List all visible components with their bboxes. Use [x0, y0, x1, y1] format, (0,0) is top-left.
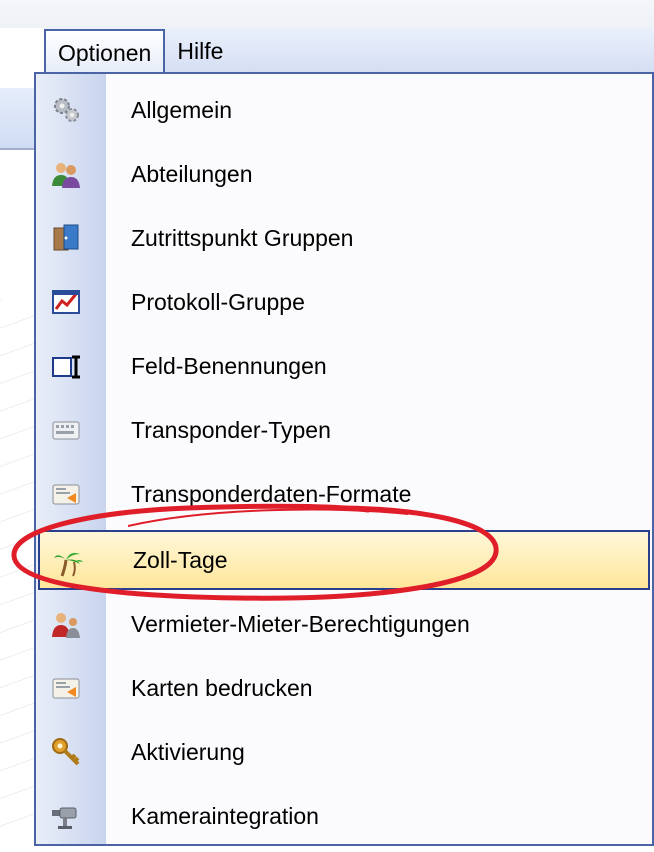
menu-optionen-label: Optionen [58, 39, 152, 66]
menu-item-allgemein[interactable]: Allgemein [36, 80, 652, 140]
menu-item-karten-bedrucken[interactable]: Karten bedrucken [36, 658, 652, 718]
menu-item-protokoll-gruppe[interactable]: Protokoll-Gruppe [36, 272, 652, 332]
menu-item-feld-benennungen[interactable]: Feld-Benennungen [36, 336, 652, 396]
optionen-dropdown-menu: Allgemein Abteilungen Zutrittspunkt Grup… [34, 72, 654, 846]
menu-item-transponderdaten-formate[interactable]: Transponderdaten-Formate [36, 464, 652, 524]
key-icon [50, 736, 82, 768]
report-chart-icon [50, 286, 82, 318]
menu-item-zutrittspunkt-gruppen[interactable]: Zutrittspunkt Gruppen [36, 208, 652, 268]
landlord-tenant-icon [50, 608, 82, 640]
menu-item-label: Karten bedrucken [131, 674, 313, 701]
menu-item-label: Allgemein [131, 96, 232, 123]
menu-item-label: Zutrittspunkt Gruppen [131, 224, 354, 251]
menu-item-kameraintegration[interactable]: Kameraintegration [36, 786, 652, 846]
camera-icon [50, 800, 82, 832]
card-format-icon [50, 478, 82, 510]
menu-item-label: Transponder-Typen [131, 416, 331, 443]
doors-icon [50, 222, 82, 254]
menu-item-transponder-typen[interactable]: Transponder-Typen [36, 400, 652, 460]
menu-item-label: Transponderdaten-Formate [131, 480, 412, 507]
menu-item-abteilungen[interactable]: Abteilungen [36, 144, 652, 204]
background-window-top [0, 0, 654, 28]
card-print-icon [50, 672, 82, 704]
people-icon [50, 158, 82, 190]
palm-tree-icon [52, 546, 84, 578]
menu-item-label: Abteilungen [131, 160, 253, 187]
text-field-icon [50, 350, 82, 382]
menu-hilfe-label: Hilfe [177, 37, 224, 64]
menu-item-vermieter-mieter-berechtigungen[interactable]: Vermieter-Mieter-Berechtigungen [36, 594, 652, 654]
menu-optionen[interactable]: Optionen [44, 29, 166, 75]
menu-hilfe[interactable]: Hilfe [165, 30, 235, 72]
menu-item-label: Vermieter-Mieter-Berechtigungen [131, 610, 470, 637]
keyboard-icon [50, 414, 82, 446]
gears-icon [50, 94, 82, 126]
menu-item-label: Zoll-Tage [133, 546, 228, 573]
menu-item-zoll-tage[interactable]: Zoll-Tage [38, 530, 650, 590]
menu-bar: Optionen Hilfe [44, 28, 654, 75]
menu-item-label: Protokoll-Gruppe [131, 288, 305, 315]
menu-item-label: Kameraintegration [131, 802, 319, 829]
menu-item-label: Aktivierung [131, 738, 245, 765]
menu-item-label: Feld-Benennungen [131, 352, 327, 379]
menu-item-aktivierung[interactable]: Aktivierung [36, 722, 652, 782]
